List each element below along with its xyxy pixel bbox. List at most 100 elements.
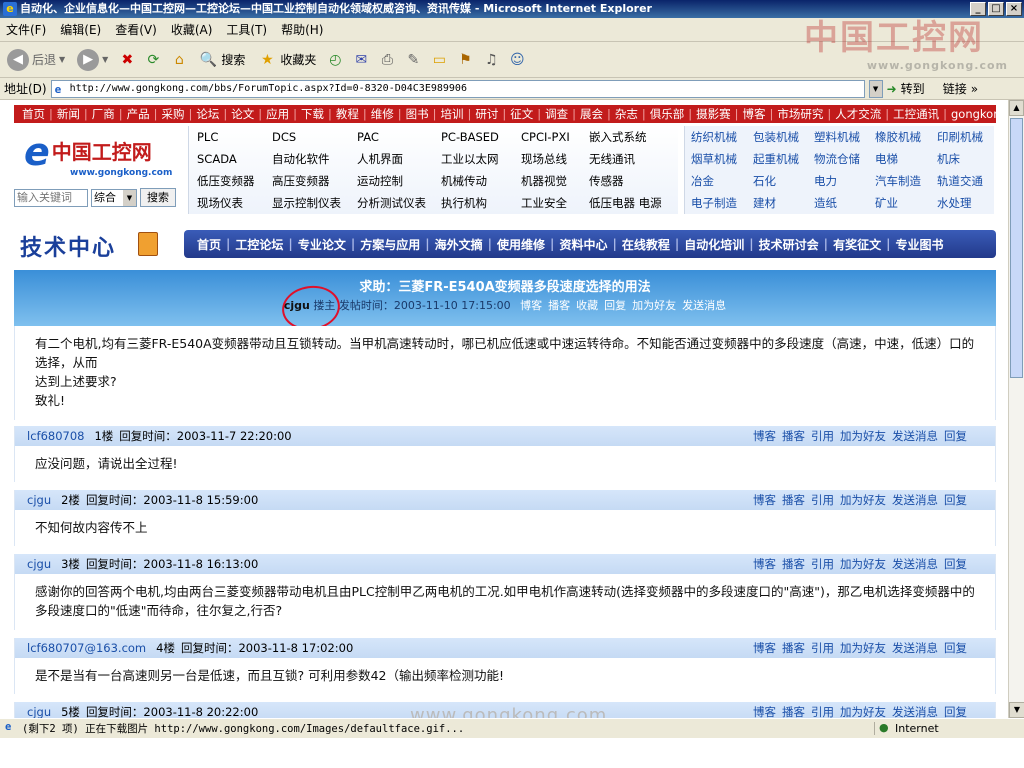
industry-link[interactable]: 烟草机械 bbox=[685, 148, 747, 170]
category-link[interactable]: PAC bbox=[349, 126, 433, 148]
topnav-item[interactable]: 展会 bbox=[578, 107, 605, 121]
category-link[interactable]: 分析测试仪表 bbox=[349, 192, 433, 214]
topnav-item[interactable]: 培训 bbox=[439, 107, 466, 121]
scroll-thumb[interactable] bbox=[1010, 118, 1023, 378]
tech-nav-item[interactable]: 专业论文 bbox=[293, 236, 351, 253]
reply-action-link[interactable]: 博客 bbox=[753, 702, 776, 718]
reply-action-link[interactable]: 回复 bbox=[944, 702, 967, 718]
reply-action-link[interactable]: 播客 bbox=[782, 702, 805, 718]
industry-link[interactable]: 纺织机械 bbox=[685, 126, 747, 148]
topnav-item[interactable]: 调查 bbox=[543, 107, 570, 121]
reply-action-link[interactable]: 加为好友 bbox=[840, 554, 886, 574]
tech-nav-item[interactable]: 自动化培训 bbox=[679, 236, 749, 253]
reply-action-link[interactable]: 发送消息 bbox=[892, 554, 938, 574]
industry-link[interactable]: 电力 bbox=[808, 170, 869, 192]
topnav-item[interactable]: 厂商 bbox=[90, 107, 117, 121]
scroll-up-icon[interactable]: ▲ bbox=[1009, 100, 1024, 116]
category-link[interactable]: 无线通讯 bbox=[581, 148, 679, 170]
category-link[interactable]: DCS bbox=[264, 126, 349, 148]
address-input[interactable]: http://www.gongkong.com/bbs/ForumTopic.a… bbox=[50, 79, 865, 98]
favorites-button[interactable]: ★ 收藏夹 bbox=[254, 48, 319, 72]
industry-link[interactable]: 建材 bbox=[747, 192, 808, 214]
industry-link[interactable]: 塑料机械 bbox=[808, 126, 869, 148]
category-link[interactable]: 低压变频器 bbox=[189, 170, 264, 192]
reply-action-link[interactable]: 发送消息 bbox=[892, 426, 938, 446]
minimize-button[interactable]: _ bbox=[970, 2, 986, 16]
tech-nav-item[interactable]: 方案与应用 bbox=[355, 236, 425, 253]
topnav-item[interactable]: 采购 bbox=[160, 107, 187, 121]
reply-action-link[interactable]: 博客 bbox=[753, 426, 776, 446]
menu-favorites[interactable]: 收藏(A) bbox=[171, 21, 213, 38]
category-link[interactable]: 现场总线 bbox=[513, 148, 581, 170]
back-button[interactable]: ◀ 后退 ▼ bbox=[4, 47, 68, 73]
industry-link[interactable]: 电梯 bbox=[869, 148, 931, 170]
category-link[interactable]: 低压电器 电源 bbox=[581, 192, 679, 214]
tech-nav-item[interactable]: 技术研讨会 bbox=[754, 236, 824, 253]
industry-link[interactable]: 水处理 bbox=[931, 192, 995, 214]
go-button[interactable]: 转到 bbox=[901, 80, 925, 97]
category-link[interactable]: 显示控制仪表 bbox=[264, 192, 349, 214]
topnav-item[interactable]: 新闻 bbox=[55, 107, 82, 121]
category-link[interactable]: PC-BASED bbox=[433, 126, 513, 148]
topic-action-link[interactable]: 回复 bbox=[604, 299, 626, 312]
menu-help[interactable]: 帮助(H) bbox=[281, 21, 323, 38]
reply-action-link[interactable]: 加为好友 bbox=[840, 638, 886, 658]
industry-link[interactable]: 物流仓储 bbox=[808, 148, 869, 170]
topnav-item[interactable]: 首页 bbox=[20, 107, 47, 121]
category-link[interactable]: 嵌入式系统 bbox=[581, 126, 679, 148]
category-link[interactable]: 工业安全 bbox=[513, 192, 581, 214]
reply-action-link[interactable]: 播客 bbox=[782, 426, 805, 446]
discuss-icon[interactable]: ▭ bbox=[429, 50, 449, 70]
category-link[interactable]: 传感器 bbox=[581, 170, 679, 192]
topnav-item[interactable]: 俱乐部 bbox=[648, 107, 687, 121]
reply-action-link[interactable]: 回复 bbox=[944, 426, 967, 446]
reply-action-link[interactable]: 引用 bbox=[811, 638, 834, 658]
topnav-item[interactable]: 论文 bbox=[229, 107, 256, 121]
vertical-scrollbar[interactable]: ▲ ▼ bbox=[1008, 100, 1024, 718]
industry-link[interactable]: 冶金 bbox=[685, 170, 747, 192]
history-icon[interactable]: ◴ bbox=[325, 50, 345, 70]
industry-link[interactable]: 橡胶机械 bbox=[869, 126, 931, 148]
links-button[interactable]: 链接 bbox=[943, 80, 967, 97]
topnav-item[interactable]: 征文 bbox=[508, 107, 535, 121]
tech-nav-item[interactable]: 海外文摘 bbox=[430, 236, 488, 253]
search-submit-button[interactable]: 搜索 bbox=[140, 188, 176, 207]
tech-nav-item[interactable]: 在线教程 bbox=[617, 236, 675, 253]
reply-action-link[interactable]: 发送消息 bbox=[892, 638, 938, 658]
print-icon[interactable]: ⎙ bbox=[377, 50, 397, 70]
category-link[interactable]: 运动控制 bbox=[349, 170, 433, 192]
scroll-down-icon[interactable]: ▼ bbox=[1009, 702, 1024, 718]
menu-file[interactable]: 文件(F) bbox=[6, 21, 46, 38]
maximize-button[interactable]: □ bbox=[988, 2, 1004, 16]
topnav-item[interactable]: 工控通讯 bbox=[891, 107, 941, 121]
tech-nav-item[interactable]: 资料中心 bbox=[554, 236, 612, 253]
reply-action-link[interactable]: 引用 bbox=[811, 490, 834, 510]
topic-action-link[interactable]: 播客 bbox=[548, 299, 570, 312]
tech-nav-item[interactable]: 首页 bbox=[192, 236, 226, 253]
topic-action-link[interactable]: 发送消息 bbox=[682, 299, 726, 312]
links-chevron-icon[interactable]: » bbox=[971, 82, 978, 96]
tech-nav-item[interactable]: 有奖征文 bbox=[828, 236, 886, 253]
topnav-item[interactable]: 应用 bbox=[264, 107, 291, 121]
reply-action-link[interactable]: 博客 bbox=[753, 554, 776, 574]
topnav-item[interactable]: 下载 bbox=[299, 107, 326, 121]
topnav-item[interactable]: 杂志 bbox=[613, 107, 640, 121]
reply-action-link[interactable]: 回复 bbox=[944, 554, 967, 574]
address-dropdown-icon[interactable]: ▼ bbox=[868, 79, 883, 98]
tech-nav-item[interactable]: 使用维修 bbox=[492, 236, 550, 253]
category-link[interactable]: 自动化软件 bbox=[264, 148, 349, 170]
category-link[interactable]: 机械传动 bbox=[433, 170, 513, 192]
reply-action-link[interactable]: 引用 bbox=[811, 554, 834, 574]
search-button[interactable]: 🔍 搜索 bbox=[195, 48, 248, 72]
industry-link[interactable]: 机床 bbox=[931, 148, 995, 170]
industry-link[interactable]: 矿业 bbox=[869, 192, 931, 214]
menu-edit[interactable]: 编辑(E) bbox=[60, 21, 101, 38]
back-dropdown-icon[interactable]: ▼ bbox=[59, 55, 65, 64]
tech-nav-item[interactable]: 专业图书 bbox=[890, 236, 948, 253]
industry-link[interactable]: 包装机械 bbox=[747, 126, 808, 148]
messenger-icon[interactable]: ☺ bbox=[507, 50, 527, 70]
industry-link[interactable]: 电子制造 bbox=[685, 192, 747, 214]
topic-action-link[interactable]: 博客 bbox=[520, 299, 542, 312]
industry-link[interactable]: 石化 bbox=[747, 170, 808, 192]
close-button[interactable]: × bbox=[1006, 2, 1022, 16]
